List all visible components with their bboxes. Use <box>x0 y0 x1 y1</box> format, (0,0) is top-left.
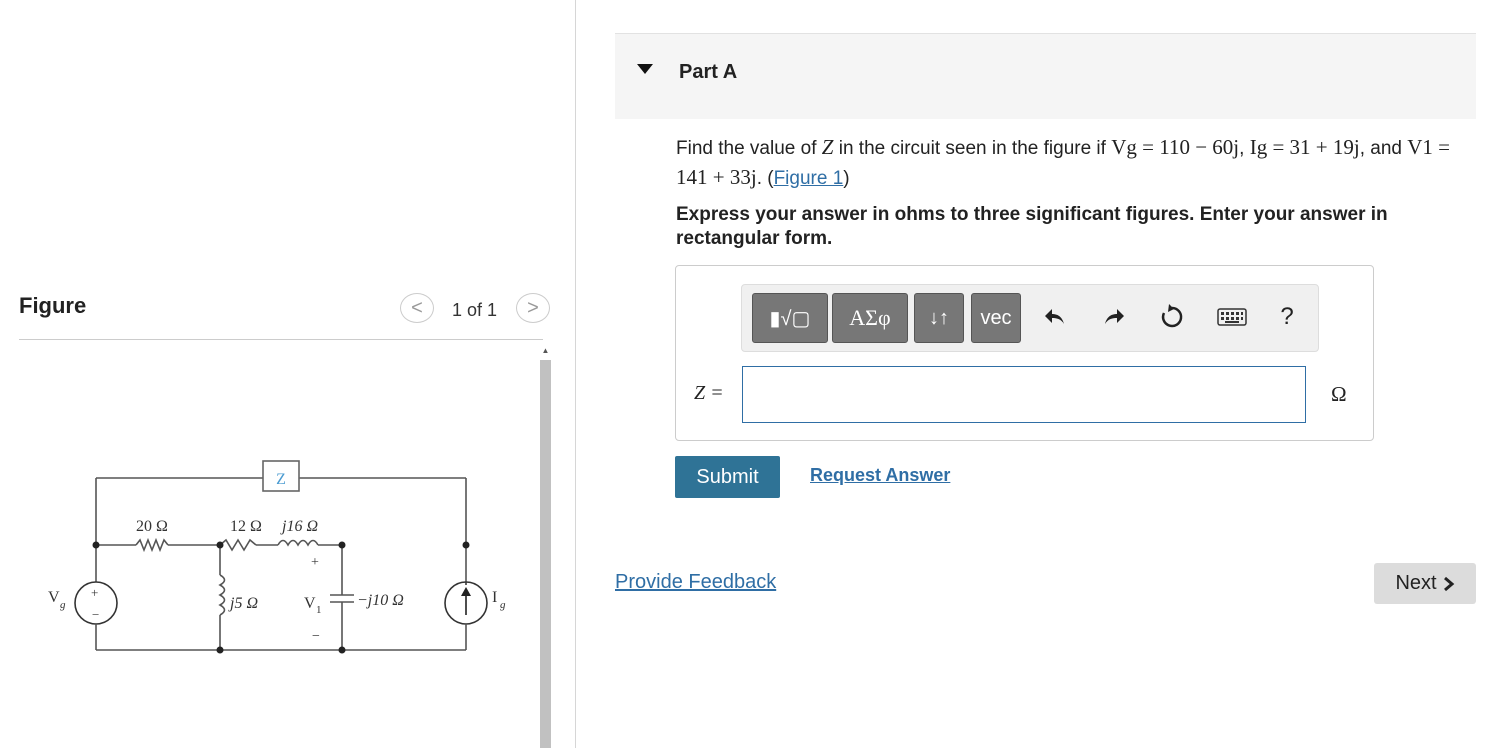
question-text: Find the value of Z in the circuit seen … <box>676 133 1476 193</box>
figure-scrollbar[interactable] <box>540 360 551 748</box>
z-box-label: Z <box>276 471 286 488</box>
answer-input[interactable] <box>742 366 1306 423</box>
next-label: Next <box>1395 572 1437 594</box>
ig-label: I <box>492 589 497 606</box>
figure-link[interactable]: Figure 1 <box>774 168 844 189</box>
provide-feedback-link[interactable]: Provide Feedback <box>615 571 776 594</box>
sort-arrows-icon: ↓↑ <box>929 306 949 329</box>
circuit-diagram: Z 20 Ω 12 Ω j16 Ω j5 Ω −j10 Ω V g V 1 I … <box>48 460 506 654</box>
submit-button[interactable]: Submit <box>675 456 780 498</box>
question-ig-expression: Ig = 31 + 19j <box>1249 135 1360 159</box>
cap-label: −j10 Ω <box>357 592 404 609</box>
answer-box: ▮√▢ ΑΣφ ↓↑ vec ? Z = Ω <box>675 265 1374 441</box>
scroll-up-arrow-icon[interactable]: ▲ <box>540 344 551 356</box>
undo-icon[interactable] <box>1039 299 1073 335</box>
l1-label: j16 Ω <box>280 518 318 535</box>
question-mid1: in the circuit seen in the figure if <box>833 138 1112 159</box>
v1-plus-sign: + <box>311 555 319 570</box>
question-z-symbol: Z <box>821 135 834 159</box>
ig-sub-label: g <box>500 599 506 611</box>
templates-icon: ▮√▢ <box>769 307 811 330</box>
r2-label: 12 Ω <box>230 518 262 535</box>
r1-label: 20 Ω <box>136 518 168 535</box>
v1-label: V <box>304 595 316 612</box>
chevron-right-icon <box>1443 576 1454 591</box>
question-close: ) <box>843 168 850 189</box>
help-icon: ? <box>1280 303 1294 330</box>
figure-divider <box>19 339 543 340</box>
question-mid2: , and <box>1359 138 1408 159</box>
vg-sub-label: g <box>60 599 66 611</box>
question-vg-expression: Vg = 110 − 60j <box>1111 135 1240 159</box>
question-intro: Find the value of <box>676 138 822 159</box>
vector-button[interactable]: vec <box>971 293 1021 343</box>
subscript-superscript-button[interactable]: ↓↑ <box>914 293 964 343</box>
keyboard-icon[interactable] <box>1212 299 1252 335</box>
help-button[interactable]: ? <box>1270 299 1304 335</box>
next-figure-button[interactable]: > <box>516 293 550 323</box>
question-sep1: , <box>1239 138 1250 159</box>
math-toolbar: ▮√▢ ΑΣφ ↓↑ vec ? <box>741 284 1319 352</box>
templates-button[interactable]: ▮√▢ <box>752 293 828 343</box>
vg-plus-sign: + <box>91 585 98 600</box>
next-button[interactable]: Next <box>1374 563 1476 604</box>
vg-minus-sign: − <box>92 607 99 622</box>
question-end: . ( <box>756 168 774 189</box>
part-title: Part A <box>679 61 738 83</box>
reset-icon[interactable] <box>1155 299 1189 335</box>
instruction-text: Express your answer in ohms to three sig… <box>676 204 1388 249</box>
redo-icon[interactable] <box>1096 299 1130 335</box>
vg-label: V <box>48 589 60 606</box>
request-answer-link[interactable]: Request Answer <box>810 465 950 486</box>
v1-minus-sign: − <box>312 629 320 644</box>
l2-label: j5 Ω <box>228 595 258 612</box>
chevron-left-icon: < <box>411 296 423 319</box>
figure-panel: Figure < 1 of 1 > ▲ Z 20 Ω 12 Ω j16 Ω j5… <box>0 0 576 748</box>
figure-pager-text: 1 of 1 <box>452 300 498 320</box>
greek-symbols-button[interactable]: ΑΣφ <box>832 293 908 343</box>
collapse-triangle-icon[interactable] <box>637 64 653 74</box>
answer-label: Z = <box>694 382 724 404</box>
prev-figure-button[interactable]: < <box>400 293 434 323</box>
part-a-header[interactable]: Part A <box>615 33 1476 119</box>
chevron-right-icon: > <box>527 296 539 319</box>
greek-symbols-icon: ΑΣφ <box>849 305 891 330</box>
v1-sub-label: 1 <box>316 604 322 616</box>
unit-label: Ω <box>1331 382 1347 406</box>
figure-title: Figure <box>19 293 87 318</box>
vec-label: vec <box>980 306 1012 329</box>
